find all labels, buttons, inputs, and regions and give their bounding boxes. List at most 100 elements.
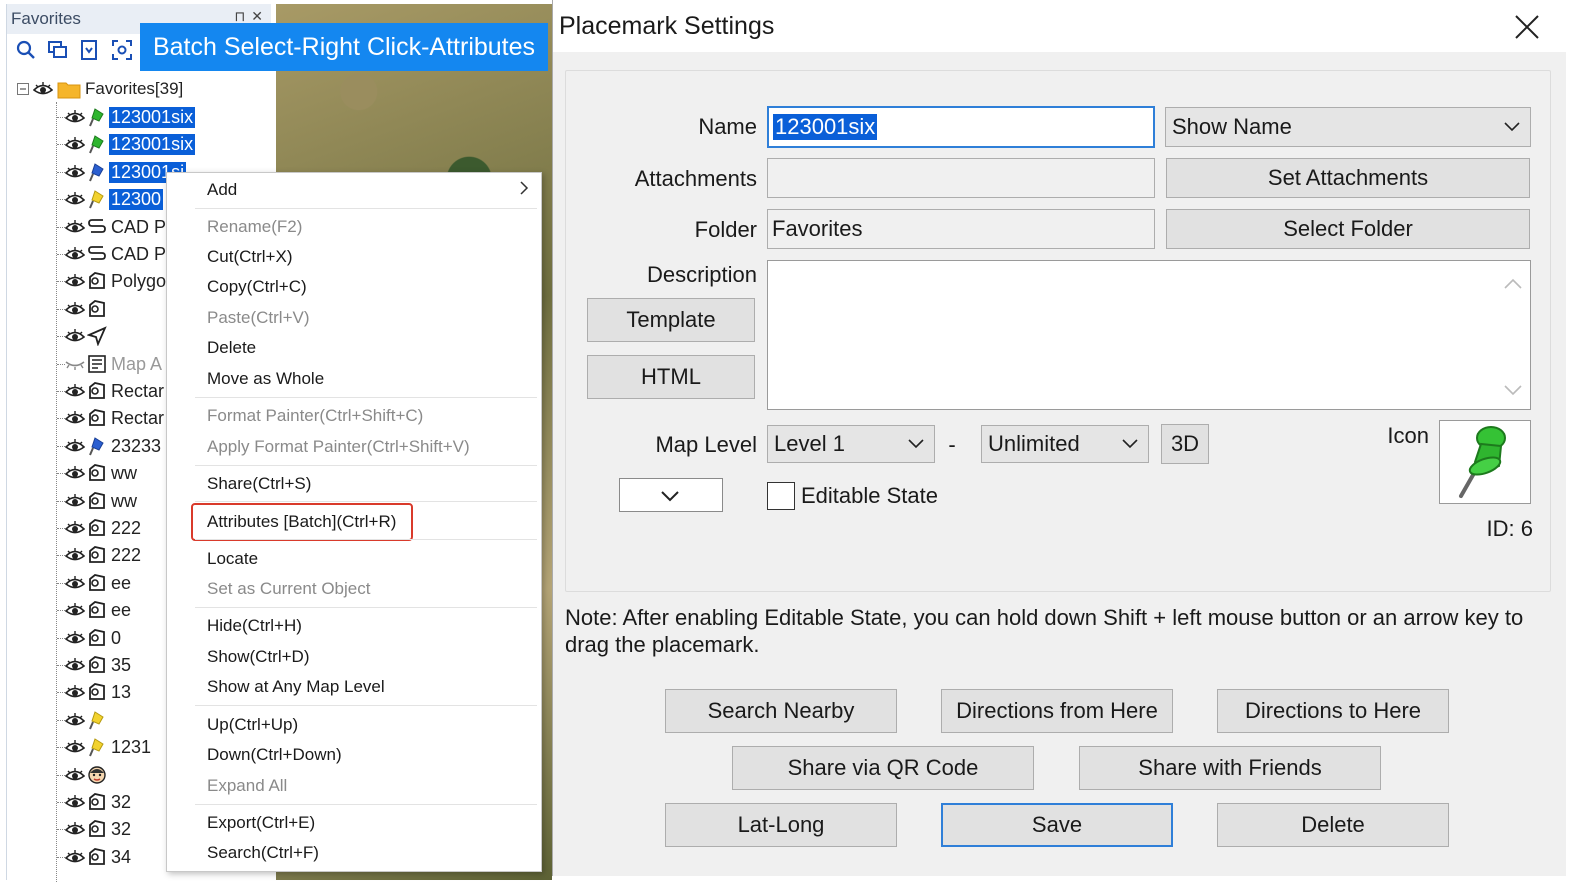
tree-item[interactable]: 32 [65, 789, 133, 815]
tree-root[interactable]: Favorites[39] [17, 76, 183, 102]
tree-item[interactable]: Rectar [65, 405, 166, 431]
tree-item[interactable]: 34 [65, 844, 133, 870]
menu-item-up[interactable]: Up(Ctrl+Up) [207, 711, 298, 739]
scroll-down-icon[interactable] [1504, 385, 1522, 397]
eye-icon[interactable] [65, 631, 85, 645]
small-dropdown[interactable] [619, 478, 723, 512]
eye-icon[interactable] [65, 768, 85, 782]
search-icon[interactable] [15, 39, 37, 61]
tree-item[interactable]: 35 [65, 652, 133, 678]
eye-icon[interactable] [65, 466, 85, 480]
collapse-icon[interactable] [17, 83, 29, 95]
share-friends-button[interactable]: Share with Friends [1079, 746, 1381, 790]
menu-item-attributes-batch[interactable]: Attributes [Batch](Ctrl+R) [207, 508, 396, 536]
tree-item[interactable]: 12300 [65, 186, 164, 212]
tree-item[interactable]: 222 [65, 515, 143, 541]
tree-item[interactable]: 23233 [65, 433, 163, 459]
tree-item[interactable] [65, 762, 113, 788]
html-button[interactable]: HTML [587, 355, 755, 399]
eye-icon[interactable] [65, 329, 85, 343]
eye-icon[interactable] [65, 165, 85, 179]
tree-item[interactable]: ee [65, 597, 133, 623]
eye-icon[interactable] [65, 795, 85, 809]
tree-item[interactable]: 123001six [65, 104, 196, 130]
save-button[interactable]: Save [941, 803, 1173, 847]
eye-icon[interactable] [65, 302, 85, 316]
eye-icon[interactable] [33, 82, 53, 96]
directions-to-button[interactable]: Directions to Here [1217, 689, 1449, 733]
eye-icon[interactable] [65, 603, 85, 617]
menu-item-export[interactable]: Export(Ctrl+E) [207, 809, 315, 837]
tree-item[interactable]: ww [65, 488, 139, 514]
tree-item[interactable]: 32 [65, 816, 133, 842]
eye-icon[interactable] [65, 713, 85, 727]
tree-item[interactable]: Polygo [65, 268, 168, 294]
3d-button[interactable]: 3D [1161, 424, 1209, 464]
eye-closed-icon[interactable] [65, 357, 85, 371]
eye-icon[interactable] [65, 685, 85, 699]
level-to-dropdown[interactable]: Unlimited [981, 425, 1149, 463]
eye-icon[interactable] [65, 521, 85, 535]
folder-input[interactable]: Favorites [767, 209, 1155, 249]
eye-icon[interactable] [65, 192, 85, 206]
level-from-dropdown[interactable]: Level 1 [767, 425, 935, 463]
eye-icon[interactable] [65, 411, 85, 425]
share-qr-button[interactable]: Share via QR Code [732, 746, 1034, 790]
menu-item-show[interactable]: Show(Ctrl+D) [207, 643, 310, 671]
menu-item-show-any-level[interactable]: Show at Any Map Level [207, 673, 385, 701]
tree-item[interactable]: ww [65, 460, 139, 486]
menu-item-hide[interactable]: Hide(Ctrl+H) [207, 612, 302, 640]
description-textarea[interactable] [767, 260, 1531, 410]
menu-item-down[interactable]: Down(Ctrl+Down) [207, 741, 342, 769]
tree-item[interactable]: 123001six [65, 131, 196, 157]
menu-item-delete[interactable]: Delete [207, 334, 256, 362]
eye-icon[interactable] [65, 439, 85, 453]
tree-item[interactable]: CAD P [65, 241, 168, 267]
eye-icon[interactable] [65, 384, 85, 398]
search-nearby-button[interactable]: Search Nearby [665, 689, 897, 733]
scan-icon[interactable] [111, 39, 133, 61]
directions-from-button[interactable]: Directions from Here [941, 689, 1173, 733]
editable-state-checkbox[interactable] [767, 482, 795, 510]
tree-item[interactable]: 13 [65, 679, 133, 705]
menu-item-locate[interactable]: Locate [207, 545, 258, 573]
menu-item-expand-all[interactable]: Expand All [207, 772, 287, 800]
menu-item-share[interactable]: Share(Ctrl+S) [207, 470, 311, 498]
menu-item-set-current[interactable]: Set as Current Object [207, 575, 370, 603]
menu-item-cut[interactable]: Cut(Ctrl+X) [207, 243, 292, 271]
eye-icon[interactable] [65, 110, 85, 124]
menu-item-rename[interactable]: Rename(F2) [207, 213, 302, 241]
close-icon[interactable] [1514, 14, 1540, 40]
template-button[interactable]: Template [587, 298, 755, 342]
eye-icon[interactable] [65, 548, 85, 562]
tree-item[interactable]: 222 [65, 542, 143, 568]
tree-item[interactable]: 0 [65, 625, 123, 651]
eye-icon[interactable] [65, 247, 85, 261]
delete-button[interactable]: Delete [1217, 803, 1449, 847]
eye-icon[interactable] [65, 740, 85, 754]
menu-item-apply-format-painter[interactable]: Apply Format Painter(Ctrl+Shift+V) [207, 433, 470, 461]
tree-item[interactable] [65, 707, 113, 733]
menu-item-move-whole[interactable]: Move as Whole [207, 365, 324, 393]
scroll-up-icon[interactable] [1504, 277, 1522, 289]
tree-item[interactable] [65, 323, 113, 349]
eye-icon[interactable] [65, 576, 85, 590]
tree-item[interactable] [65, 296, 113, 322]
icon-preview-button[interactable] [1439, 420, 1531, 504]
eye-icon[interactable] [65, 137, 85, 151]
show-name-dropdown[interactable]: Show Name [1165, 107, 1531, 147]
set-attachments-button[interactable]: Set Attachments [1166, 158, 1530, 198]
tree-item[interactable]: ee [65, 570, 133, 596]
name-input[interactable]: 123001six [767, 106, 1155, 148]
menu-item-copy[interactable]: Copy(Ctrl+C) [207, 273, 307, 301]
menu-item-search[interactable]: Search(Ctrl+F) [207, 839, 319, 867]
select-folder-button[interactable]: Select Folder [1166, 209, 1530, 249]
tree-item[interactable]: Map A [65, 351, 164, 377]
eye-icon[interactable] [65, 822, 85, 836]
tree-item[interactable]: CAD P [65, 214, 168, 240]
lat-long-button[interactable]: Lat-Long [665, 803, 897, 847]
menu-item-format-painter[interactable]: Format Painter(Ctrl+Shift+C) [207, 402, 423, 430]
eye-icon[interactable] [65, 274, 85, 288]
eye-icon[interactable] [65, 220, 85, 234]
import-icon[interactable] [79, 39, 101, 61]
